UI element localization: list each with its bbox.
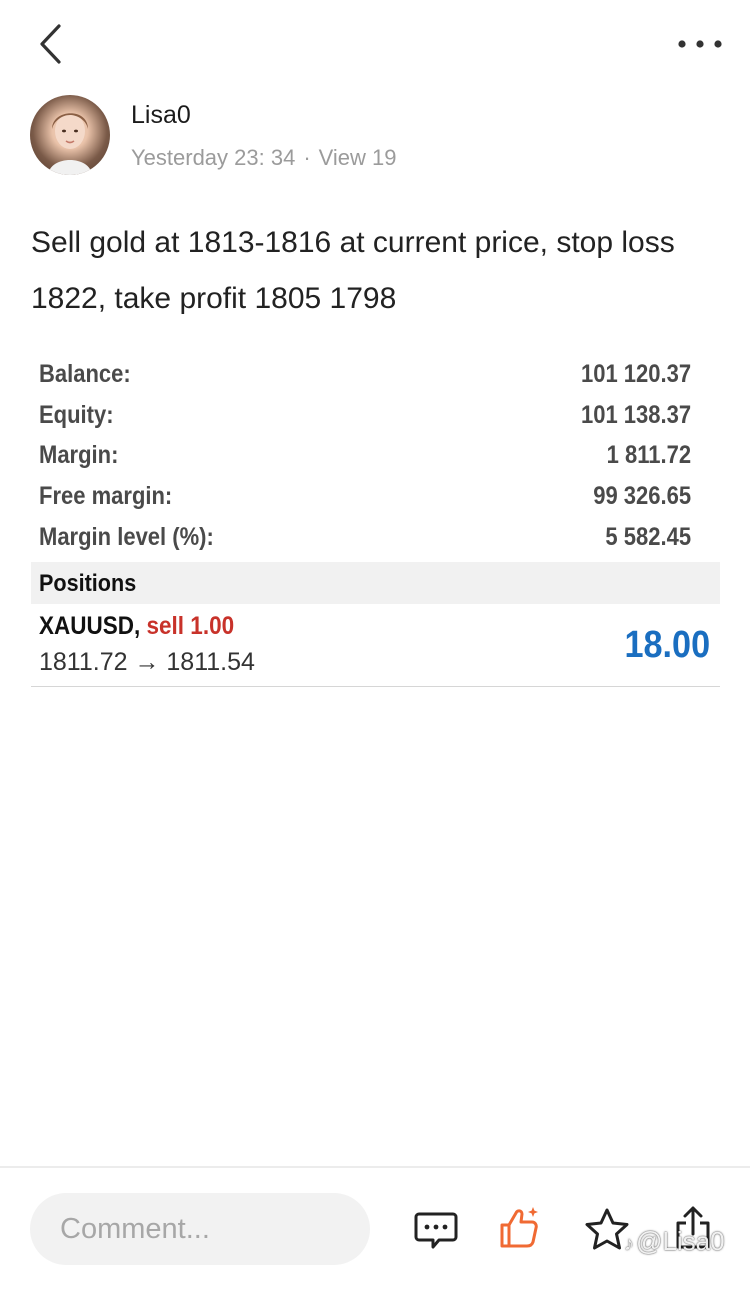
position-prices: 1811.72 → 1811.54 [39, 648, 255, 676]
account-label: Balance: [39, 360, 131, 388]
avatar-portrait-icon [48, 113, 92, 175]
back-button[interactable] [28, 20, 76, 68]
bottom-divider [0, 1166, 750, 1168]
positions-title: Positions [39, 570, 137, 597]
meta-separator: · [303, 145, 311, 170]
position-symbol-line: XAUUSD, sell 1.00 [39, 612, 234, 641]
author-name[interactable]: Lisa0 [131, 101, 191, 130]
account-label: Margin: [39, 441, 119, 469]
like-button[interactable] [495, 1203, 545, 1253]
like-icon [500, 1207, 538, 1248]
post-meta: Yesterday 23: 34 · View 19 [131, 145, 397, 171]
position-row[interactable]: XAUUSD, sell 1.00 1811.72 → 1811.54 18.0… [31, 604, 720, 687]
account-label: Equity: [39, 401, 114, 429]
top-bar [0, 0, 750, 90]
comment-input[interactable] [30, 1193, 370, 1265]
share-icon [676, 1206, 710, 1249]
position-symbol: XAUUSD, [39, 612, 141, 640]
account-label: Margin level (%): [39, 523, 214, 551]
account-value: 5 582.45 [605, 523, 692, 551]
account-row-margin-level: Margin level (%): 5 582.45 [39, 517, 691, 557]
account-value: 1 811.72 [606, 441, 692, 469]
star-icon [585, 1208, 629, 1250]
author-header: Lisa0 Yesterday 23: 34 · View 19 [30, 95, 720, 177]
more-options-button[interactable] [672, 24, 728, 64]
account-row-balance: Balance: 101 120.37 [39, 354, 691, 394]
comment-button[interactable] [411, 1205, 461, 1255]
positions-header: Positions [31, 562, 720, 604]
share-button[interactable] [668, 1203, 718, 1253]
account-value: 99 326.65 [593, 482, 692, 510]
account-value: 101 138.37 [580, 401, 692, 429]
post-time: Yesterday 23: 34 [131, 145, 296, 170]
position-profit: 18.00 [624, 624, 710, 666]
back-chevron-icon [40, 24, 61, 64]
account-row-free-margin: Free margin: 99 326.65 [39, 476, 691, 516]
view-count: View 19 [318, 145, 397, 170]
account-label: Free margin: [39, 482, 173, 510]
avatar[interactable] [30, 95, 110, 175]
account-value: 101 120.37 [580, 360, 692, 388]
account-row-equity: Equity: 101 138.37 [39, 395, 691, 435]
comment-icon [414, 1212, 458, 1249]
account-row-margin: Margin: 1 811.72 [39, 435, 691, 475]
favorite-button[interactable] [582, 1205, 632, 1255]
position-side: sell 1.00 [146, 612, 235, 640]
more-dots-icon [678, 40, 722, 48]
trading-screenshot: Balance: 101 120.37 Equity: 101 138.37 M… [31, 352, 720, 688]
post-text: Sell gold at 1813-1816 at current price,… [31, 226, 675, 315]
